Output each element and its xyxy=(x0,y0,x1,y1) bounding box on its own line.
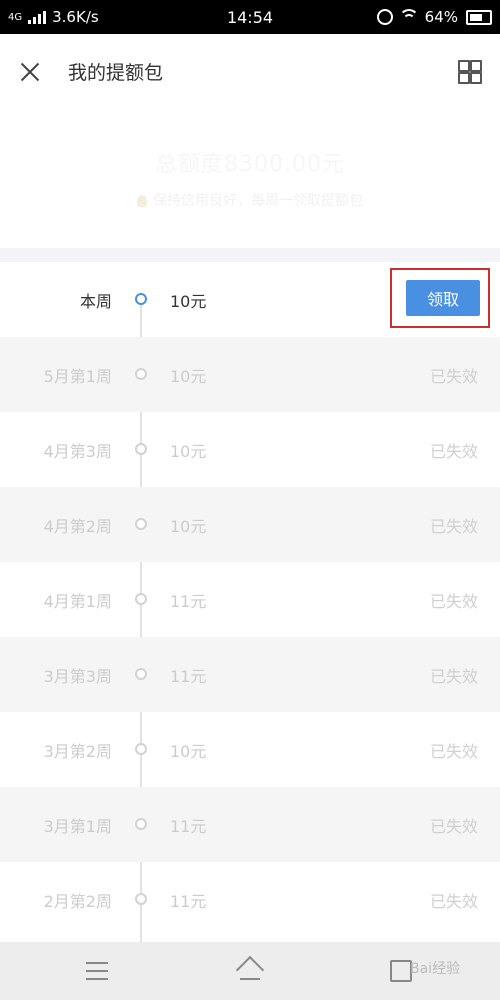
status-label: 已失效 xyxy=(429,892,478,911)
quota-amount: 11元 xyxy=(170,667,207,686)
quota-amount: 10元 xyxy=(170,742,207,761)
total-credit: 总额度8300.00元 xyxy=(155,152,345,177)
quota-amount: 11元 xyxy=(170,817,207,836)
list-item: 4月第1周 11元 已失效 xyxy=(0,562,500,637)
list-item: 3月第3周 11元 已失效 xyxy=(0,637,500,712)
claim-button[interactable]: 领取 xyxy=(406,280,480,316)
list-item: 2月第2周 11元 已失效 xyxy=(0,862,500,937)
week-label: 3月第3周 xyxy=(43,667,112,686)
week-label: 2月第2周 xyxy=(43,892,112,911)
alarm-icon xyxy=(376,9,393,25)
status-label: 已失效 xyxy=(429,817,478,836)
summary-tip: 保持信用良好，每周一领取提额包 xyxy=(0,190,500,210)
quota-amount: 10元 xyxy=(170,292,207,311)
status-label: 已失效 xyxy=(429,667,478,686)
timeline-dot-icon xyxy=(135,668,147,680)
status-label: 已失效 xyxy=(429,367,478,386)
watermark: Bai经验 xyxy=(410,961,461,977)
status-label: 已失效 xyxy=(429,742,478,761)
quota-amount: 11元 xyxy=(170,892,207,911)
quota-amount: 10元 xyxy=(170,442,207,461)
app-header: 我的提额包 xyxy=(0,34,500,110)
status-label: 已失效 xyxy=(429,442,478,461)
timeline-dot-icon xyxy=(135,893,147,905)
week-label: 4月第1周 xyxy=(43,592,112,611)
week-label: 5月第1周 xyxy=(43,367,112,386)
timeline-dot-icon xyxy=(135,368,147,380)
week-label: 3月第2周 xyxy=(43,742,112,761)
list-item: 4月第3周 10元 已失效 xyxy=(0,412,500,487)
battery-icon xyxy=(466,9,492,25)
wifi-icon xyxy=(401,9,417,25)
list-item: 本周 10元 领取 xyxy=(0,262,500,337)
week-label: 4月第2周 xyxy=(43,517,112,536)
status-bar: 4G 3.6K/s 14:54 64% xyxy=(0,0,500,34)
section-divider xyxy=(0,248,500,262)
timeline-dot-icon xyxy=(135,818,147,830)
grid-icon[interactable] xyxy=(458,60,482,84)
tip-text: 保持信用良好，每周一领取提额包 xyxy=(153,193,363,209)
week-label: 4月第3周 xyxy=(43,442,112,461)
home-icon[interactable] xyxy=(236,960,264,982)
page-title: 我的提额包 xyxy=(68,62,164,84)
close-icon[interactable] xyxy=(18,60,42,84)
week-label: 本周 xyxy=(79,292,112,311)
timeline-dot-icon xyxy=(135,593,147,605)
quota-timeline: 本周 10元 领取 5月第1周 10元 已失效 4月第3周 10元 已失效 4月… xyxy=(0,262,500,942)
list-item: 4月第2周 10元 已失效 xyxy=(0,487,500,562)
quota-amount: 10元 xyxy=(170,367,207,386)
status-label: 已失效 xyxy=(429,592,478,611)
list-item: 3月第2周 10元 已失效 xyxy=(0,712,500,787)
menu-icon[interactable] xyxy=(86,962,108,980)
timeline-dot-icon xyxy=(135,743,147,755)
timeline-dot-icon xyxy=(135,293,147,305)
claim-highlight: 领取 xyxy=(390,268,490,328)
credit-summary: 总额度8300.00元 保持信用良好，每周一领取提额包 xyxy=(0,110,500,248)
status-label: 已失效 xyxy=(429,517,478,536)
quota-amount: 11元 xyxy=(170,592,207,611)
timeline-dot-icon xyxy=(135,443,147,455)
list-item: 3月第1周 11元 已失效 xyxy=(0,787,500,862)
lightbulb-icon xyxy=(137,195,147,207)
back-icon[interactable] xyxy=(390,960,412,982)
timeline-dot-icon xyxy=(135,518,147,530)
week-label: 3月第1周 xyxy=(43,817,112,836)
battery-percent: 64% xyxy=(424,8,458,26)
list-item: 5月第1周 10元 已失效 xyxy=(0,337,500,412)
quota-amount: 10元 xyxy=(170,517,207,536)
status-right: 64% xyxy=(376,8,492,26)
